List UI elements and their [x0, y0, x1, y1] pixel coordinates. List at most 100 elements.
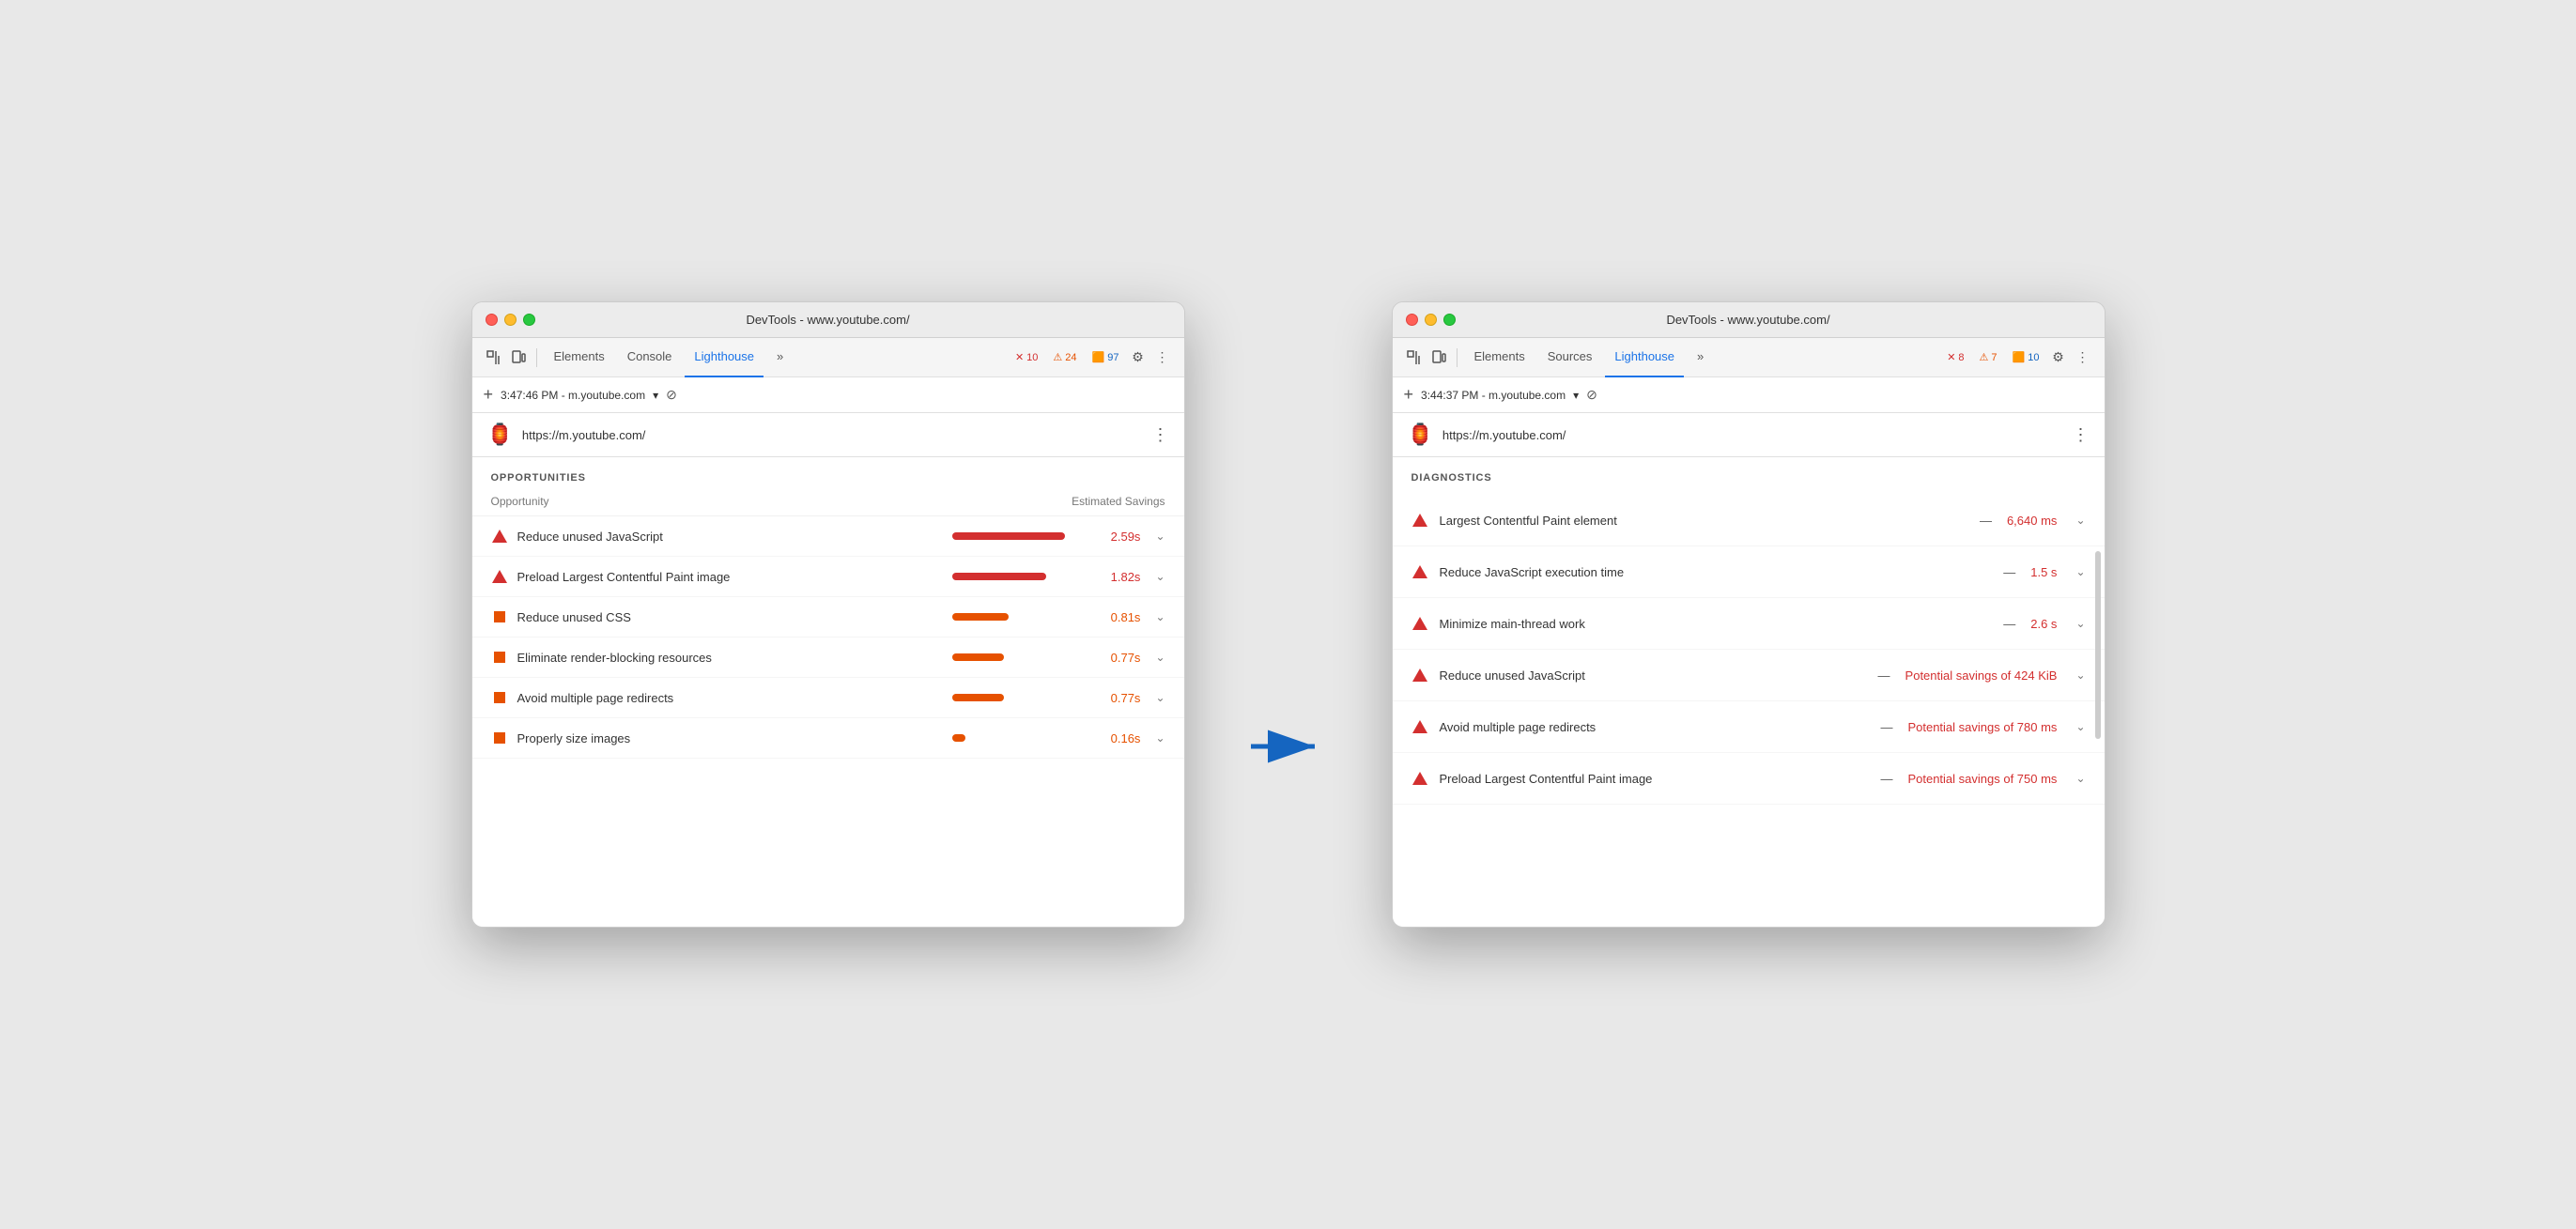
right-diag-row-1: Largest Contentful Paint element — 6,640…	[1393, 495, 2105, 546]
left-row-6: Properly size images 0.16s ⌄	[472, 718, 1184, 759]
right-minimize-button[interactable]	[1425, 314, 1437, 326]
left-row-5-chevron[interactable]: ⌄	[1155, 691, 1165, 704]
right-no-throttle-icon[interactable]: ⊘	[1586, 387, 1597, 403]
left-maximize-button[interactable]	[523, 314, 535, 326]
right-diag-row-3-chevron[interactable]: ⌄	[2075, 617, 2085, 630]
left-row-2: Preload Largest Contentful Paint image 1…	[472, 557, 1184, 597]
left-url-area: + 3:47:46 PM - m.youtube.com ▾ ⊘	[472, 377, 1184, 413]
right-diag-row-1-dash: —	[1980, 514, 1992, 528]
left-row-1-bar	[952, 532, 1065, 540]
right-tab-more[interactable]: »	[1688, 338, 1713, 377]
right-toolbar-sep-1	[1457, 348, 1458, 367]
left-row-4-bar	[952, 653, 1004, 661]
right-maximize-button[interactable]	[1443, 314, 1456, 326]
right-scrollbar[interactable]	[2095, 551, 2101, 739]
left-toolbar: Elements Console Lighthouse » ✕ 10 ⚠ 24 …	[472, 338, 1184, 377]
left-lh-header: 🏮 https://m.youtube.com/	[472, 413, 1184, 457]
right-diag-row-2-icon	[1411, 563, 1428, 580]
left-row-4-saving: 0.77s	[1093, 651, 1140, 665]
left-url-dropdown[interactable]: ▾	[653, 389, 658, 402]
right-more-options-icon[interactable]	[2073, 347, 2093, 368]
left-row-6-bar	[952, 734, 965, 742]
left-tab-lighthouse[interactable]: Lighthouse	[685, 338, 764, 377]
left-row-4-icon	[491, 649, 508, 666]
right-diag-row-6-dash: —	[1880, 772, 1892, 786]
left-row-2-chevron[interactable]: ⌄	[1155, 570, 1165, 583]
left-close-button[interactable]	[486, 314, 498, 326]
right-diag-row-5-chevron[interactable]: ⌄	[2075, 720, 2085, 733]
left-tab-console[interactable]: Console	[618, 338, 682, 377]
left-inspect-icon[interactable]	[484, 347, 504, 368]
right-diag-row-2-dash: —	[2003, 565, 2015, 579]
left-traffic-lights	[486, 314, 535, 326]
right-diag-row-2-chevron[interactable]: ⌄	[2075, 565, 2085, 578]
right-device-icon[interactable]	[1428, 347, 1449, 368]
right-diag-row-6-value: Potential savings of 750 ms	[1907, 772, 2057, 786]
right-diag-row-1-chevron[interactable]: ⌄	[2075, 514, 2085, 527]
right-diag-row-6: Preload Largest Contentful Paint image —…	[1393, 753, 2105, 805]
right-diag-row-6-icon	[1411, 770, 1428, 787]
right-tab-elements[interactable]: Elements	[1465, 338, 1535, 377]
right-inspect-icon[interactable]	[1404, 347, 1425, 368]
right-diag-row-5-dash: —	[1880, 720, 1892, 734]
right-url-area: + 3:44:37 PM - m.youtube.com ▾ ⊘	[1393, 377, 2105, 413]
right-badge-errors: ✕ 8	[1942, 350, 1968, 364]
left-row-1-bar-area	[952, 532, 1084, 540]
left-tab-more[interactable]: »	[767, 338, 793, 377]
right-diag-row-6-label: Preload Largest Contentful Paint image	[1440, 772, 1870, 786]
left-row-5-icon	[491, 689, 508, 706]
left-row-1-chevron[interactable]: ⌄	[1155, 530, 1165, 543]
left-tab-elements[interactable]: Elements	[545, 338, 614, 377]
left-lh-more-icon[interactable]	[1152, 425, 1169, 445]
right-diag-row-6-chevron[interactable]: ⌄	[2075, 772, 2085, 785]
right-tab-sources[interactable]: Sources	[1538, 338, 1602, 377]
right-settings-icon[interactable]	[2048, 347, 2069, 368]
right-devtools-window: DevTools - www.youtube.com/ Elements Sou…	[1392, 301, 2106, 928]
left-row-4-label: Eliminate render-blocking resources	[517, 651, 944, 665]
right-diag-row-2-value: 1.5 s	[2030, 565, 2057, 579]
left-settings-icon[interactable]	[1128, 347, 1149, 368]
right-diag-row-3-dash: —	[2003, 617, 2015, 631]
left-row-1-icon	[491, 528, 508, 545]
left-row-4: Eliminate render-blocking resources 0.77…	[472, 638, 1184, 678]
left-lh-url: https://m.youtube.com/	[522, 428, 1143, 442]
right-diag-row-1-value: 6,640 ms	[2007, 514, 2057, 528]
left-badge-errors: ✕ 10	[1010, 350, 1042, 364]
right-window-title: DevTools - www.youtube.com/	[1666, 313, 1829, 327]
right-diag-row-1-icon	[1411, 512, 1428, 529]
left-section-title: OPPORTUNITIES	[472, 472, 1184, 495]
left-row-1: Reduce unused JavaScript 2.59s ⌄	[472, 516, 1184, 557]
right-diag-row-2: Reduce JavaScript execution time — 1.5 s…	[1393, 546, 2105, 598]
left-row-5-bar-area	[952, 694, 1084, 701]
left-row-4-chevron[interactable]: ⌄	[1155, 651, 1165, 664]
right-new-tab-button[interactable]: +	[1404, 385, 1414, 405]
right-toolbar: Elements Sources Lighthouse » ✕ 8 ⚠ 7 🟧 …	[1393, 338, 2105, 377]
right-diag-row-1-label: Largest Contentful Paint element	[1440, 514, 1968, 528]
annotation-arrow-wrapper	[1242, 465, 1335, 765]
left-window-title: DevTools - www.youtube.com/	[746, 313, 909, 327]
left-minimize-button[interactable]	[504, 314, 517, 326]
left-device-icon[interactable]	[508, 347, 529, 368]
left-col-opportunity: Opportunity	[491, 495, 549, 508]
left-main-content: OPPORTUNITIES Opportunity Estimated Savi…	[472, 457, 1184, 927]
left-row-3-chevron[interactable]: ⌄	[1155, 610, 1165, 623]
right-url-dropdown[interactable]: ▾	[1573, 389, 1579, 402]
right-diag-row-4-chevron[interactable]: ⌄	[2075, 668, 2085, 682]
right-section-title: DIAGNOSTICS	[1393, 472, 2105, 495]
right-tab-lighthouse[interactable]: Lighthouse	[1605, 338, 1684, 377]
left-row-6-icon	[491, 730, 508, 746]
left-more-options-icon[interactable]	[1152, 347, 1173, 368]
left-row-2-label: Preload Largest Contentful Paint image	[517, 570, 944, 584]
left-row-6-bar-area	[952, 734, 1084, 742]
right-close-button[interactable]	[1406, 314, 1418, 326]
left-row-3-bar	[952, 613, 1009, 621]
right-lighthouse-icon: 🏮	[1408, 422, 1433, 447]
left-col-headers: Opportunity Estimated Savings	[472, 495, 1184, 516]
right-url-time: 3:44:37 PM - m.youtube.com	[1421, 389, 1566, 402]
right-lh-more-icon[interactable]	[2073, 425, 2090, 445]
left-row-6-chevron[interactable]: ⌄	[1155, 731, 1165, 745]
left-row-2-saving: 1.82s	[1093, 570, 1140, 584]
right-traffic-lights	[1406, 314, 1456, 326]
left-no-throttle-icon[interactable]: ⊘	[666, 387, 677, 403]
left-new-tab-button[interactable]: +	[484, 385, 494, 405]
